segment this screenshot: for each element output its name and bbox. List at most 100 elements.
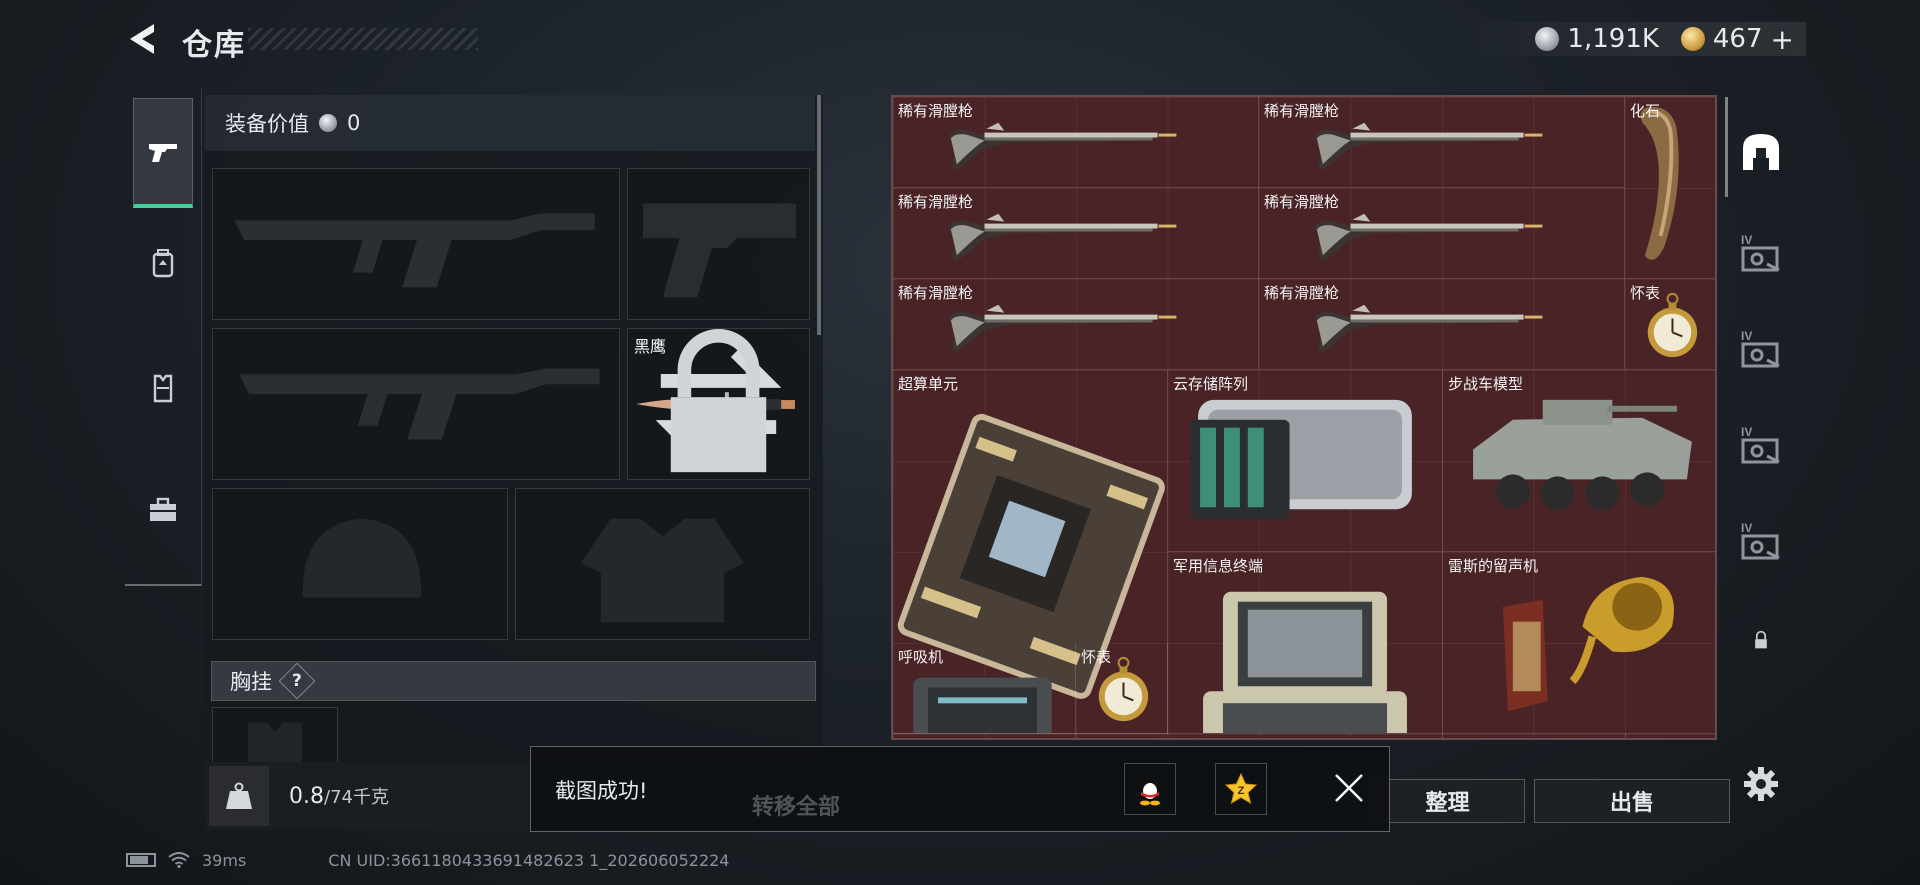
transfer-all-button[interactable]: 转移全部: [671, 787, 921, 823]
share-qq-button[interactable]: [1124, 763, 1176, 815]
item-cell[interactable]: 卫星通信: [1443, 734, 1626, 738]
item-name: 呼吸机: [898, 648, 944, 666]
wifi-icon: [168, 852, 190, 868]
item-cell[interactable]: 卫星通信: [1168, 734, 1443, 738]
weight-icon: [209, 766, 269, 826]
helmet-slot[interactable]: [212, 488, 508, 640]
item-cell[interactable]: 稀有滑膛枪: [1259, 97, 1625, 188]
item-cell[interactable]: 步战车模型: [1443, 370, 1715, 552]
battery-icon: [126, 853, 156, 867]
lock-icon: [1755, 630, 1767, 649]
item-name: 卫星通信: [1173, 737, 1233, 738]
storage-tab-3[interactable]: IV: [1731, 401, 1791, 491]
phonograph-item-icon: [1502, 576, 1674, 712]
backpack-icon: [152, 249, 174, 278]
page-title: 仓库: [182, 28, 246, 63]
terminal-item-icon: [1203, 591, 1407, 733]
item-name: 稀有滑膛枪: [1264, 102, 1340, 120]
gold-add-button[interactable]: +: [1771, 23, 1794, 56]
qzone-star-icon: Z: [1224, 772, 1258, 805]
equipment-scrollbar[interactable]: [817, 95, 821, 335]
ping-text: 39ms: [202, 850, 247, 870]
storage-tab-5[interactable]: [1731, 595, 1791, 685]
fossil-item-icon: [1640, 106, 1679, 260]
item-cell[interactable]: 军用信息终端: [1168, 552, 1443, 734]
equipment-panel: 装备价值 0 黑鹰 胸挂 ?: [205, 95, 823, 830]
gold-amount: 467: [1712, 24, 1763, 54]
rifle-silhouette-icon: [234, 213, 595, 288]
storage-tabs: IV IV IV IV: [1725, 95, 1797, 735]
chest-rig-silhouette-icon: [247, 722, 303, 766]
toast-message: 截图成功!: [555, 779, 648, 803]
close-icon[interactable]: [1328, 767, 1370, 809]
item-name: 步战车模型: [1448, 375, 1524, 393]
item-cell[interactable]: 化石: [1625, 734, 1715, 738]
item-cell[interactable]: 呼吸机: [893, 643, 1076, 734]
item-cell[interactable]: 云存储阵列: [1168, 370, 1443, 552]
expansion-box-icon: IV: [1741, 233, 1780, 272]
screenshot-toast: 转移全部 截图成功! Z: [530, 746, 1390, 832]
primary-weapon-slot-2[interactable]: [212, 328, 620, 480]
item-name: 化石: [1630, 102, 1661, 120]
tab-toolbox[interactable]: [133, 455, 193, 565]
equipment-value-row: 装备价值 0: [205, 95, 815, 151]
equipment-value-label: 装备价值: [225, 112, 309, 136]
sell-button[interactable]: 出售: [1534, 779, 1730, 823]
item-cell[interactable]: 稀有滑膛枪: [1259, 279, 1625, 370]
sort-button[interactable]: 整理: [1370, 779, 1525, 823]
item-name: 怀表: [1081, 648, 1112, 666]
item-cell[interactable]: 怀表: [1625, 279, 1715, 370]
expansion-box-icon: IV: [1741, 329, 1780, 368]
sidearm-slot[interactable]: [627, 168, 810, 320]
chest-rig-slot[interactable]: [212, 707, 338, 767]
item-cell[interactable]: 雷斯的留声机: [1443, 552, 1715, 734]
pistol-icon: [149, 143, 177, 162]
silver-currency[interactable]: 1,191K: [1535, 24, 1659, 54]
primary-weapon-slot-1[interactable]: [212, 168, 620, 320]
silver-coin-icon: [1535, 27, 1560, 51]
tab-weapons[interactable]: [133, 98, 193, 208]
armor-slot[interactable]: [515, 488, 810, 640]
qq-penguin-icon: [1140, 774, 1160, 806]
server-item-icon: [1190, 399, 1412, 520]
storage-tab-0[interactable]: [1731, 107, 1791, 197]
lock-icon: [670, 329, 767, 473]
help-icon: ?: [292, 671, 302, 691]
help-button[interactable]: ?: [278, 662, 316, 700]
vest-icon: [153, 374, 173, 403]
item-cell[interactable]: 化石: [1625, 97, 1715, 279]
warehouse-grid: 稀有滑膛枪 稀有滑膛枪 化石 稀有滑膛枪 稀有滑膛枪 稀有滑膛枪 稀有滑膛枪 怀…: [891, 95, 1717, 740]
item-cell[interactable]: 稀有滑膛枪: [893, 279, 1259, 370]
equipment-value-amount: 0: [347, 111, 361, 135]
item-cell[interactable]: 稀有滑膛枪: [893, 97, 1259, 188]
uid-text: CN UID:3661180433691482623 1_20260605222…: [328, 850, 730, 870]
warehouse-icon: [1743, 134, 1779, 170]
silver-coin-icon: [319, 114, 337, 132]
item-name: 卫星通信: [1448, 737, 1508, 738]
item-cell[interactable]: 稀有滑膛枪: [1259, 188, 1625, 279]
title-decoration: [248, 28, 478, 50]
storage-tab-2[interactable]: IV: [1731, 305, 1791, 395]
item-cell[interactable]: 稀有滑膛枪: [893, 188, 1259, 279]
gold-currency[interactable]: 467 +: [1680, 23, 1794, 56]
item-name: 军用信息终端: [1173, 557, 1264, 575]
item-name: 化石: [1630, 737, 1660, 738]
item-cell[interactable]: 怀表: [1076, 643, 1168, 734]
pistol-silhouette-icon: [643, 203, 796, 298]
item-name: 稀有滑膛枪: [898, 284, 974, 302]
tab-vest[interactable]: [133, 333, 193, 443]
back-arrow-icon[interactable]: [124, 20, 162, 58]
storage-tab-4[interactable]: IV: [1731, 497, 1791, 587]
melee-slot[interactable]: 黑鹰: [627, 328, 810, 480]
tab-backpack[interactable]: [133, 208, 193, 318]
settings-gear-icon[interactable]: [1742, 765, 1780, 803]
item-cell[interactable]: 呼吸机: [893, 734, 1076, 738]
svg-text:IV: IV: [1741, 329, 1752, 343]
silver-amount: 1,191K: [1567, 24, 1659, 54]
item-name: 雷斯的留声机: [1448, 557, 1539, 575]
weight-max: /74千克: [324, 787, 389, 808]
share-qzone-button[interactable]: Z: [1215, 763, 1267, 815]
svg-text:Z: Z: [1238, 785, 1245, 797]
storage-tab-1[interactable]: IV: [1731, 209, 1791, 299]
currency-bar: 1,191K 467 +: [1455, 22, 1806, 56]
